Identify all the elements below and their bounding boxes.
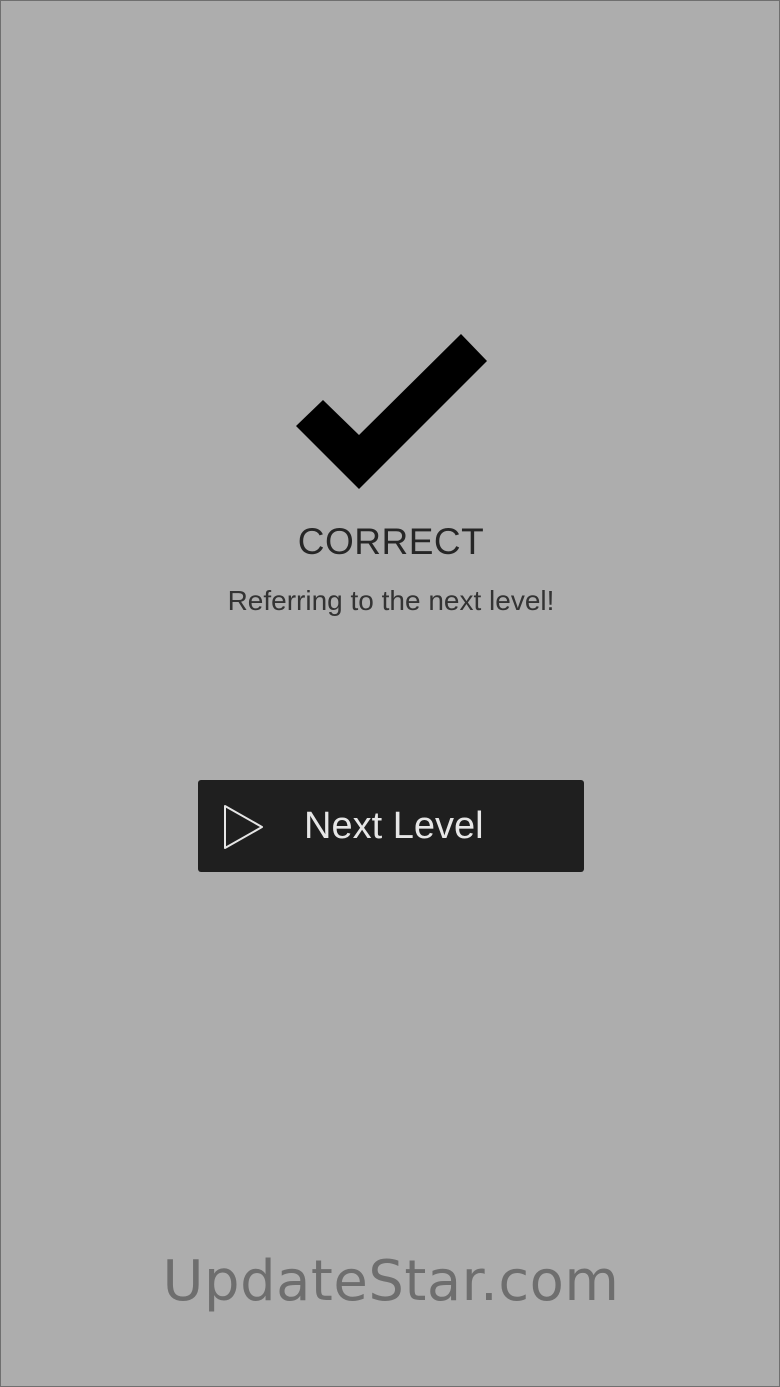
checkmark-icon [296, 334, 487, 489]
play-icon [224, 805, 263, 849]
next-level-label: Next Level [304, 805, 484, 847]
app-screen: CORRECT Referring to the next level! Nex… [0, 0, 780, 1387]
watermark-text: UpdateStar.com [162, 1249, 620, 1314]
result-title: CORRECT [297, 521, 485, 562]
result-subtitle: Referring to the next level! [227, 585, 555, 616]
